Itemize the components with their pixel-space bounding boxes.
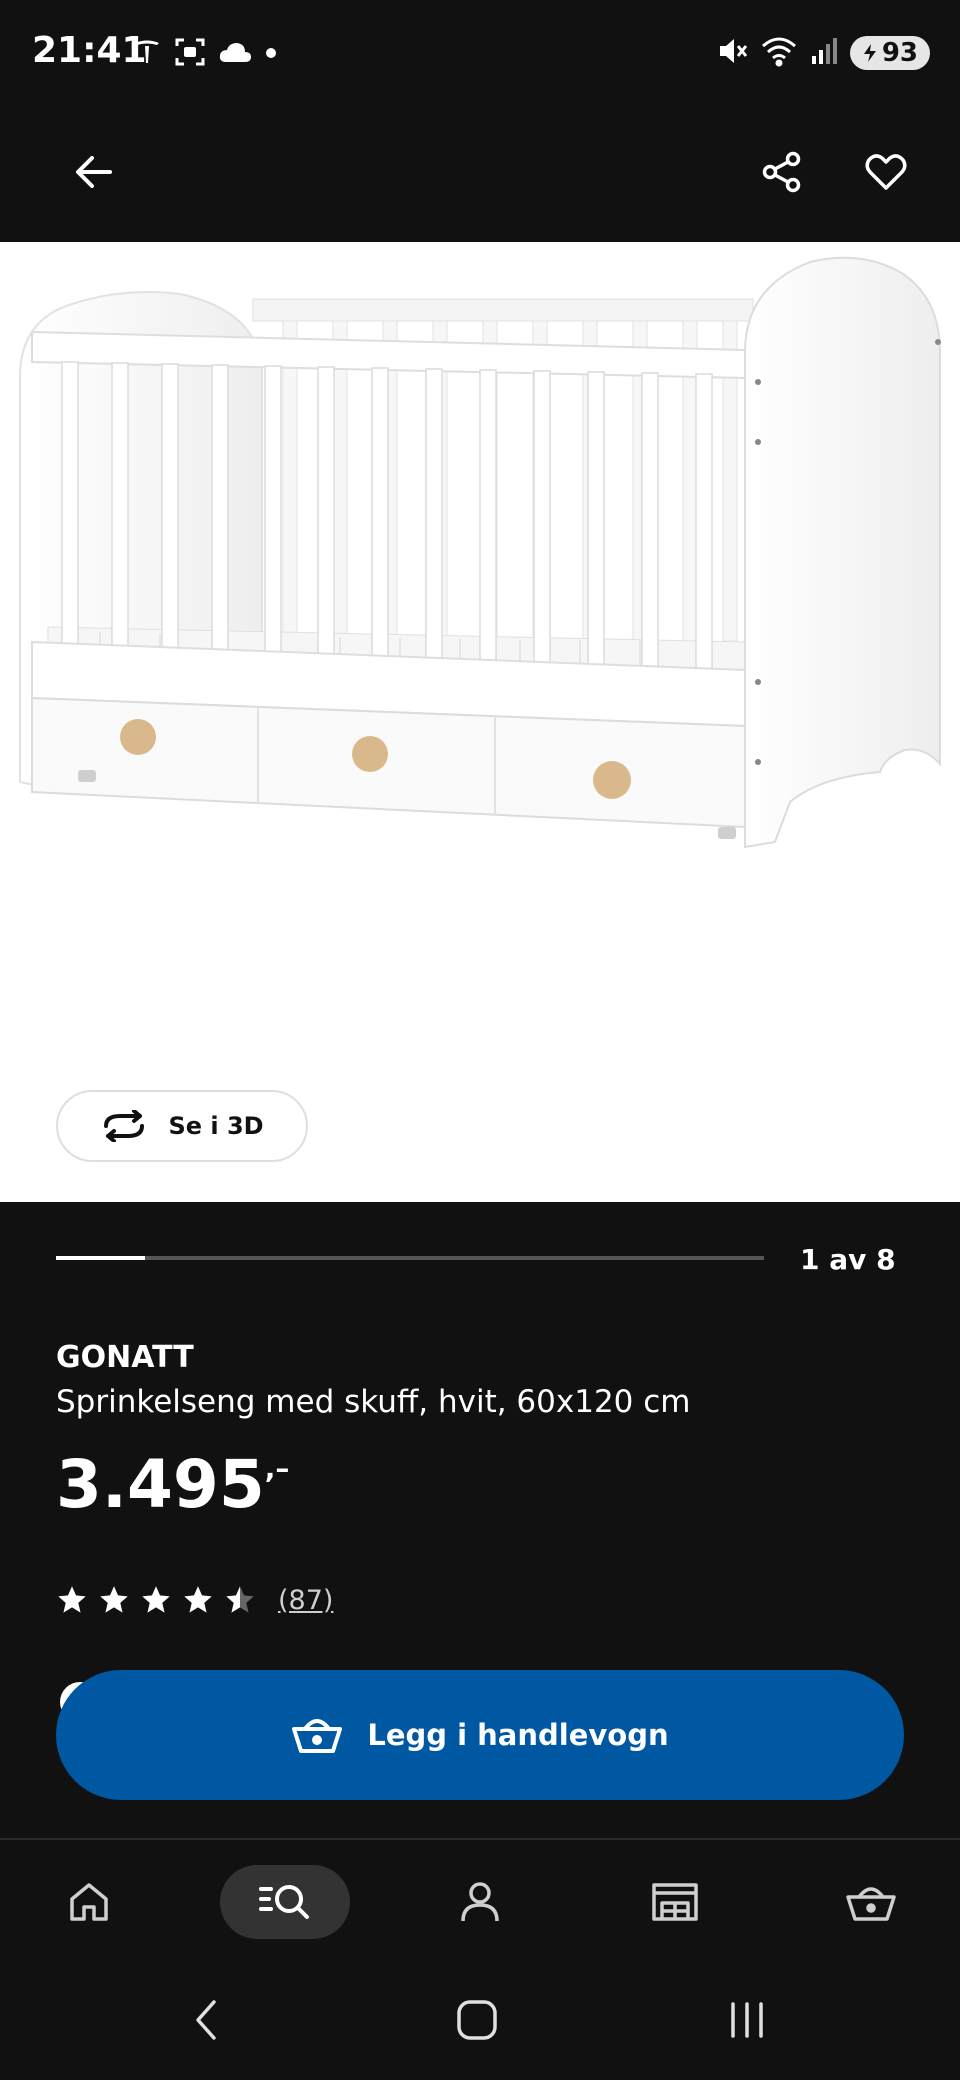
price-suffix: ,– [264,1452,290,1485]
share-icon [762,151,801,193]
star-icon [58,1586,86,1613]
system-recents-button[interactable] [712,1990,782,2050]
nav-store[interactable] [610,1865,740,1939]
mute-icon [716,34,750,72]
dot-icon [264,45,278,64]
rating-stars [56,1584,256,1616]
nav-basket[interactable] [806,1865,936,1939]
system-back-button[interactable] [172,1990,242,2050]
nav-search[interactable] [220,1865,350,1939]
basket-icon [846,1887,896,1921]
system-home-button[interactable] [442,1990,512,2050]
product-rating[interactable]: (87) [56,1584,333,1616]
system-home-icon [457,2000,497,2040]
store-icon [652,1883,698,1921]
gallery-pager: 1 av 8 [800,1243,896,1276]
status-left-icons [132,36,278,72]
system-recents-icon [731,2002,763,2038]
arrow-left-icon [76,156,112,188]
star-icon [226,1586,254,1613]
star-icon [142,1586,170,1613]
signal-icon [810,36,840,70]
product-name: GONATT [56,1340,194,1375]
star-icon [184,1586,212,1613]
screenshot-icon [174,36,206,72]
profile-icon [461,1882,499,1922]
tesla-icon [132,37,162,71]
gallery-progress-track [56,1256,764,1260]
back-button[interactable] [62,140,126,204]
product-image[interactable]: Se i 3D [0,242,960,1202]
nav-home[interactable] [24,1865,154,1939]
share-button[interactable] [750,140,814,204]
product-description: Sprinkelseng med skuff, hvit, 60x120 cm [56,1384,691,1420]
heart-icon [865,154,907,190]
cloud-icon [218,40,252,68]
product-price: 3.495,– [56,1446,289,1523]
status-right-icons: 93 [716,34,930,72]
basket-icon [292,1719,343,1753]
system-back-icon [196,2000,216,2040]
view-3d-button[interactable]: Se i 3D [56,1090,308,1162]
search-list-icon [259,1885,309,1919]
home-icon [70,1883,108,1921]
battery-icon: 93 [849,36,930,70]
price-main: 3.495 [56,1446,265,1523]
favorite-button[interactable] [854,140,918,204]
crib-illustration [19,256,941,849]
nav-profile[interactable] [415,1865,545,1939]
status-time: 21:41 [32,30,147,71]
add-to-cart-label: Legg i handlevogn [367,1718,669,1752]
battery-level: 93 [881,38,918,68]
bottom-nav [0,1840,960,1970]
app-bar [0,110,960,242]
gallery-progress-fill [56,1256,145,1260]
view-3d-label: Se i 3D [168,1112,264,1140]
star-icon [100,1586,128,1613]
system-nav-bar [0,1970,960,2080]
add-to-cart-button[interactable]: Legg i handlevogn [56,1670,904,1800]
review-count-link[interactable]: (87) [278,1585,333,1616]
rotate-3d-icon [104,1110,145,1142]
status-bar: 21:41 93 [0,0,960,110]
wifi-icon [760,34,800,72]
